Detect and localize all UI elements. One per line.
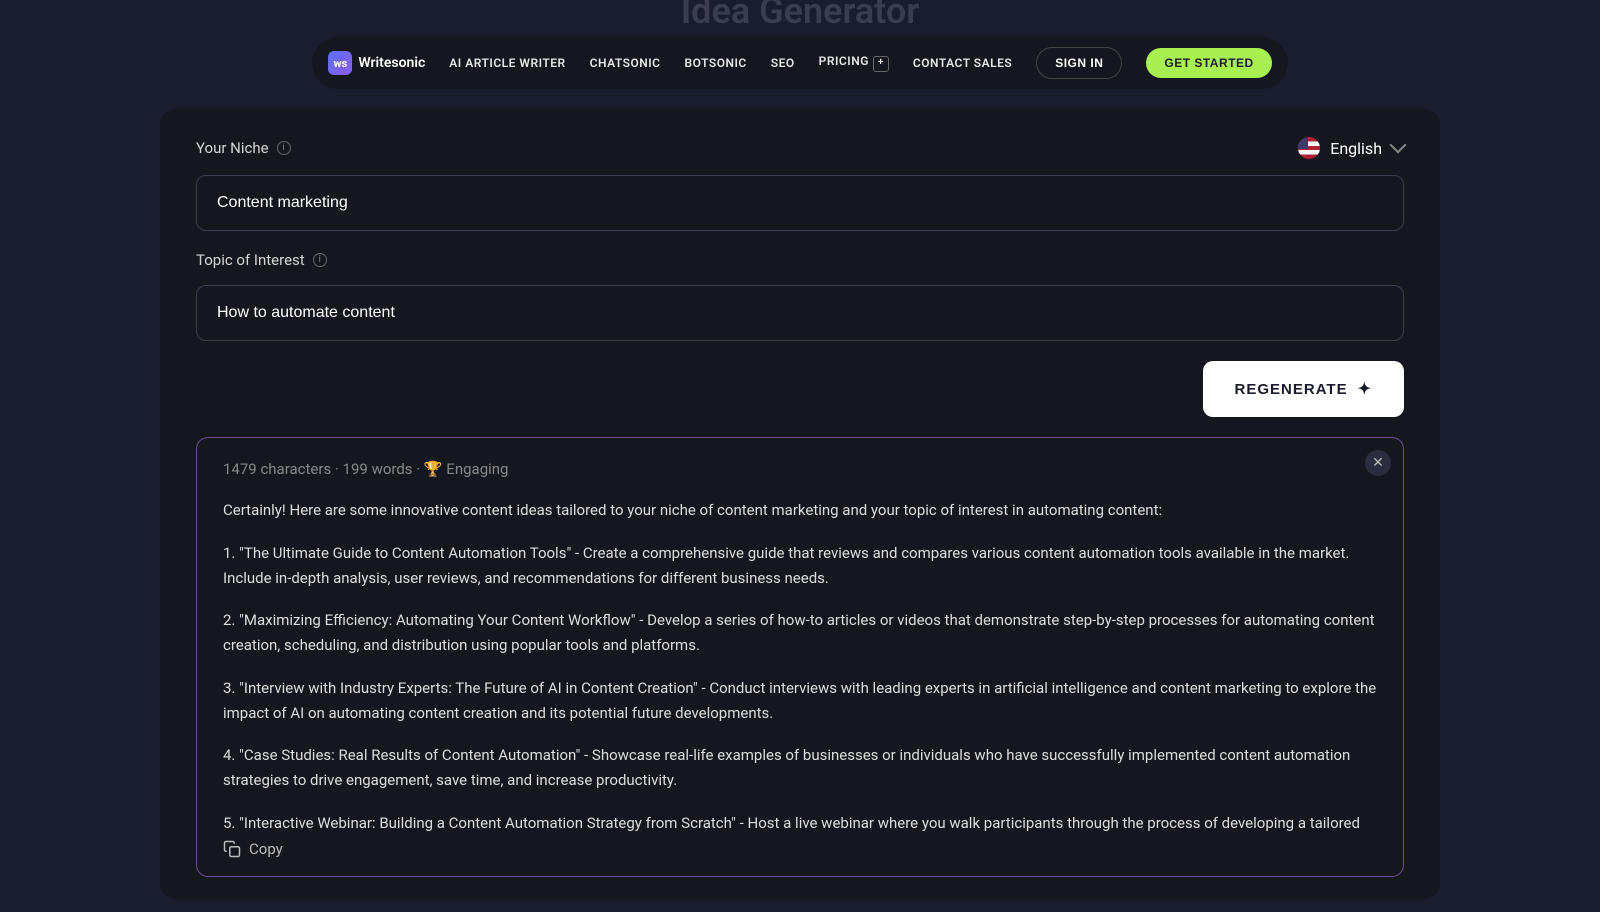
niche-label: Your Niche i	[196, 139, 291, 157]
us-flag-icon	[1298, 137, 1320, 159]
regenerate-button[interactable]: REGENERATE ✦	[1203, 361, 1404, 417]
info-icon[interactable]: i	[313, 253, 327, 267]
language-label: English	[1330, 139, 1382, 158]
output-idea-2: 2. "Maximizing Efficiency: Automating Yo…	[223, 608, 1377, 658]
close-button[interactable]: ✕	[1365, 450, 1391, 476]
nav-contact-sales[interactable]: CONTACT SALES	[913, 56, 1012, 70]
nav-botsonic[interactable]: BOTSONIC	[685, 56, 747, 70]
output-idea-3: 3. "Interview with Industry Experts: The…	[223, 676, 1377, 726]
output-idea-5: 5. "Interactive Webinar: Building a Cont…	[223, 811, 1377, 833]
nav-pricing[interactable]: PRICING	[819, 54, 889, 72]
logo-text: Writesonic	[358, 55, 425, 71]
output-content: Certainly! Here are some innovative cont…	[223, 498, 1377, 833]
output-intro: Certainly! Here are some innovative cont…	[223, 498, 1377, 523]
topic-label: Topic of Interest i	[196, 251, 1404, 269]
copy-icon	[223, 840, 241, 858]
main-container: Your Niche i English Topic of Interest i…	[160, 109, 1440, 899]
sparkle-icon: ✦	[1358, 379, 1372, 399]
logo-icon: ws	[328, 51, 352, 75]
output-card: ✕ 1479 characters · 199 words · 🏆 Engagi…	[196, 437, 1404, 877]
getstarted-button[interactable]: GET STARTED	[1146, 48, 1271, 78]
nav-seo[interactable]: SEO	[771, 56, 795, 70]
copy-button[interactable]: Copy	[223, 836, 291, 862]
niche-input[interactable]	[196, 175, 1404, 231]
chevron-down-icon	[1390, 137, 1407, 154]
top-navigation: ws Writesonic AI ARTICLE WRITER CHATSONI…	[312, 37, 1287, 89]
logo[interactable]: ws Writesonic	[328, 51, 425, 75]
output-idea-4: 4. "Case Studies: Real Results of Conten…	[223, 743, 1377, 793]
info-icon[interactable]: i	[277, 141, 291, 155]
page-title: Idea Generator	[0, 0, 1600, 32]
output-idea-1: 1. "The Ultimate Guide to Content Automa…	[223, 541, 1377, 591]
output-meta: 1479 characters · 199 words · 🏆 Engaging	[223, 460, 1377, 478]
signin-button[interactable]: SIGN IN	[1036, 47, 1122, 79]
topic-input[interactable]	[196, 285, 1404, 341]
nav-chatsonic[interactable]: CHATSONIC	[590, 56, 661, 70]
language-selector[interactable]: English	[1298, 137, 1404, 159]
nav-ai-article-writer[interactable]: AI ARTICLE WRITER	[449, 56, 565, 70]
